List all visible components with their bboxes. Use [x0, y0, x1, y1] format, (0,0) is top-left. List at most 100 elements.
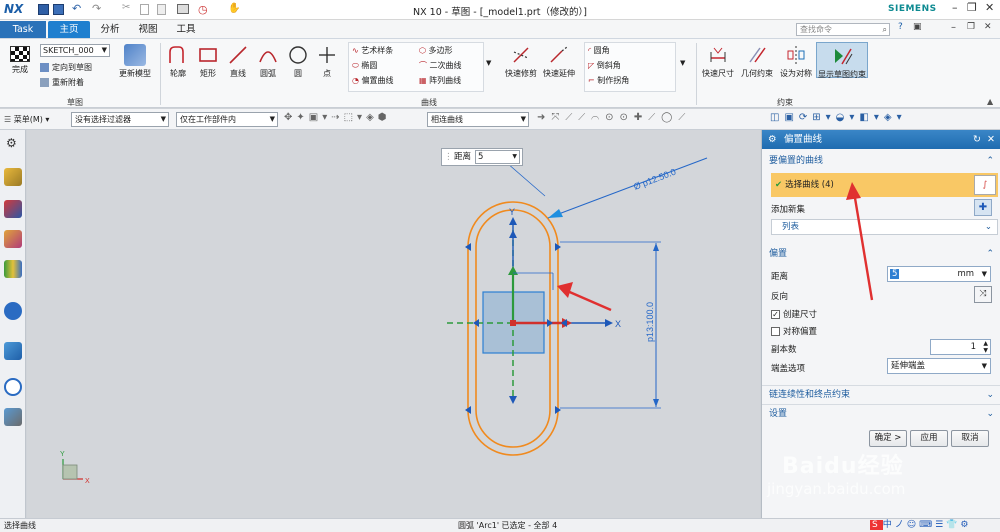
pattern-curve-button[interactable]: ▦ 阵列曲线 — [419, 74, 461, 88]
stepper-arrows-icon[interactable]: ▲ ▼ — [983, 340, 988, 354]
distance-field-label: 距离 — [771, 272, 789, 282]
cut-icon[interactable]: ✂ — [122, 2, 130, 13]
ribbon-collapse-icon[interactable]: ▲ — [987, 97, 993, 106]
ellipse-button[interactable]: ⬭ 椭圆 — [352, 59, 377, 73]
make-symmetric-button[interactable]: 设为对称 — [778, 44, 814, 79]
role-icon[interactable] — [4, 408, 22, 426]
selection-scope-select[interactable]: 仅在工作部件内 ▼ — [176, 112, 278, 127]
copies-stepper[interactable]: 1 ▲ ▼ — [930, 339, 991, 355]
snap-point-icons[interactable]: ➜⤧⟋⟋⌒⊙⊙✚⟋◯⟋ — [537, 112, 691, 123]
constraint-navigator-icon[interactable] — [4, 230, 22, 248]
ime-toolbar-icons[interactable]: S 中ノ☺⌨☰👕⚙ — [870, 519, 971, 532]
redo-icon[interactable]: ↷ — [92, 2, 101, 15]
distance-onscreen-input[interactable]: ⋮ 距离 5 ▼ — [441, 148, 523, 166]
print-icon[interactable] — [177, 4, 189, 14]
create-dim-checkbox-row[interactable]: ✓ 创建尺寸 — [771, 308, 817, 320]
tab-home[interactable]: 主页 — [48, 21, 90, 38]
doc-minimize-icon[interactable]: – — [951, 22, 956, 33]
snap-toolbar-icons[interactable]: ✥✦▣▾⇢⬚▾◈⬢ — [284, 112, 391, 123]
create-dim-checkbox[interactable]: ✓ — [771, 310, 780, 319]
assembly-navigator-icon[interactable] — [4, 200, 22, 218]
hd3d-icon[interactable] — [4, 302, 22, 320]
copy-icon[interactable] — [140, 4, 149, 15]
section-curves-header[interactable]: 要偏置的曲线 ⌃ — [762, 152, 1000, 170]
command-search-input[interactable]: 查找命令 ⌕ — [796, 23, 890, 36]
point-button[interactable]: 点 — [314, 44, 340, 79]
update-model-button[interactable]: 更新模型 — [116, 44, 154, 79]
reuse-library-icon[interactable] — [4, 260, 22, 278]
orient-to-sketch-button[interactable]: 定向到草图 — [40, 61, 92, 75]
part-navigator-icon[interactable] — [4, 168, 22, 186]
arc-button[interactable]: 圆弧 — [254, 44, 282, 79]
quick-trim-button[interactable]: 快速修剪 — [503, 44, 539, 79]
gallery-more-icon[interactable]: ▼ — [486, 59, 491, 67]
apply-button[interactable]: 应用 — [910, 430, 948, 447]
polygon-button[interactable]: ⬡ 多边形 — [419, 44, 453, 58]
rectangle-button[interactable]: 矩形 — [194, 44, 222, 79]
rapid-dimension-button[interactable]: 快速尺寸 — [700, 44, 736, 79]
diameter-dimension-text[interactable]: Ø p12:50.0 — [632, 167, 677, 192]
gear-icon[interactable]: ⚙ — [6, 136, 17, 150]
reset-icon[interactable]: ↻ — [973, 130, 981, 149]
sketch-name-select[interactable]: SKETCH_000 ▼ — [40, 44, 110, 57]
tab-view[interactable]: 视图 — [130, 21, 166, 38]
offset-curve-button[interactable]: ◔ 偏置曲线 — [352, 74, 394, 88]
selection-filter-select[interactable]: 没有选择过滤器 ▼ — [71, 112, 169, 127]
window-tile-icon[interactable]: ▣ — [913, 22, 922, 32]
add-new-set-button[interactable]: ✚ — [974, 199, 992, 216]
touch-icon[interactable]: ✋ — [228, 3, 240, 14]
section-settings-header[interactable]: 设置 ⌄ — [762, 404, 1000, 422]
view-toolbar-icons[interactable]: ◫▣⟳⊞▾◒▾◧▾◈▾ — [770, 112, 907, 123]
undo-icon[interactable]: ↶ — [72, 2, 81, 15]
quick-extend-button[interactable]: 快速延伸 — [541, 44, 577, 79]
select-curve-icon[interactable]: ∫ — [974, 175, 996, 195]
section-chain-header[interactable]: 链连续性和终点约束 ⌄ — [762, 385, 1000, 403]
history-icon[interactable] — [4, 378, 22, 396]
finish-sketch-button[interactable]: 完成 — [5, 44, 35, 75]
cap-options-select[interactable]: 延伸端盖 ▼ — [887, 358, 991, 374]
length-dimension-text[interactable]: p13:100.0 — [645, 302, 655, 342]
reverse-direction-button[interactable]: ⤨ — [974, 286, 992, 303]
dialog-close-icon[interactable]: ✕ — [987, 130, 995, 149]
graphics-window[interactable]: X Y p13:100.0 Ø p12:50.0 X Y ⋮ 距离 5 ▼ — [27, 130, 760, 518]
section-offset-header[interactable]: 偏置 ⌃ — [762, 245, 1000, 263]
list-collapsible[interactable]: 列表 ⌄ — [771, 219, 998, 235]
window-icon[interactable]: ◷ — [198, 3, 208, 16]
dialog-settings-icon[interactable]: ⚙ — [768, 130, 777, 149]
sketch-canvas[interactable]: X Y p13:100.0 Ø p12:50.0 X Y — [27, 130, 760, 518]
ok-button[interactable]: 确定 > — [869, 430, 907, 447]
tab-task[interactable]: Task — [0, 21, 46, 38]
reattach-button[interactable]: 重新附着 — [40, 76, 84, 90]
tab-tools[interactable]: 工具 — [168, 21, 204, 38]
line-button[interactable]: 直线 — [224, 44, 252, 79]
save-icon[interactable] — [38, 4, 49, 15]
close-icon[interactable]: ✕ — [985, 1, 994, 14]
show-sketch-constraints-button[interactable]: 显示草图约束 — [816, 42, 868, 79]
symmetric-checkbox[interactable] — [771, 327, 780, 336]
paste-icon[interactable] — [157, 4, 166, 15]
conic-button[interactable]: ⌒ 二次曲线 — [419, 59, 462, 73]
doc-close-icon[interactable]: ✕ — [984, 22, 992, 32]
curve-rule-select[interactable]: 相连曲线 ▼ — [427, 112, 529, 127]
restore-icon[interactable]: ❐ — [967, 1, 977, 14]
tab-analysis[interactable]: 分析 — [92, 21, 128, 38]
distance-field[interactable]: 5 mm ▼ — [887, 266, 991, 282]
select-curve-row[interactable]: ✔ 选择曲线 (4) ∫ — [771, 173, 998, 197]
corner-more-icon[interactable]: ▼ — [680, 59, 685, 67]
symmetric-checkbox-row[interactable]: 对称偏置 — [771, 325, 817, 337]
distance-value-box[interactable]: 5 ▼ — [475, 150, 520, 164]
geometric-constraints-button[interactable]: 几何约束 — [738, 44, 776, 79]
minimize-icon[interactable]: – — [952, 1, 958, 14]
profile-button[interactable]: 轮廓 — [164, 44, 192, 79]
studio-spline-button[interactable]: ∿ 艺术样条 — [352, 44, 393, 58]
help-icon[interactable]: ? — [898, 22, 903, 32]
circle-button[interactable]: 圆 — [284, 44, 312, 79]
make-corner-button[interactable]: ⌐ 制作拐角 — [588, 74, 629, 88]
fillet-button[interactable]: ◜ 圆角 — [588, 44, 610, 58]
chamfer-button[interactable]: ◸ 倒斜角 — [588, 59, 621, 73]
save-all-icon[interactable] — [53, 4, 64, 15]
cancel-button[interactable]: 取消 — [951, 430, 989, 447]
doc-restore-icon[interactable]: ❐ — [967, 22, 975, 32]
web-browser-icon[interactable] — [4, 342, 22, 360]
menu-button[interactable]: ☰ 菜单(M) ▾ — [4, 112, 49, 127]
